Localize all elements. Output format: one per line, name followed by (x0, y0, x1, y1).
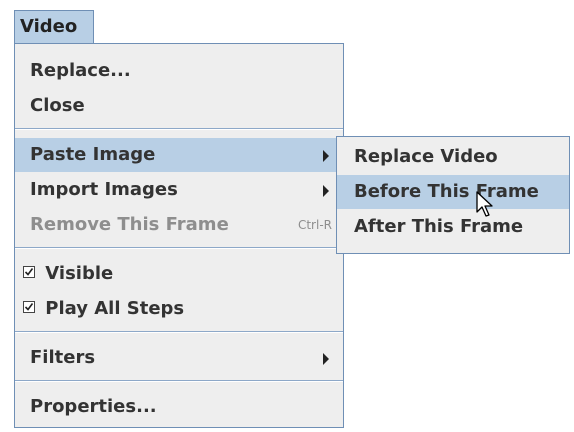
menu-item-label: Filters (30, 347, 96, 368)
submenu-item-after-frame[interactable]: After This Frame (337, 210, 569, 244)
menu-item-label: Before This Frame (354, 181, 539, 202)
submenu-item-replace-video[interactable]: Replace Video (337, 140, 569, 174)
menu-item-label: After This Frame (354, 216, 524, 237)
menu-item-remove-frame[interactable]: Remove This Frame Ctrl-R (15, 208, 343, 242)
submenu-item-before-frame[interactable]: Before This Frame (337, 175, 569, 209)
menu-separator (15, 247, 343, 249)
checkbox-checked-icon (23, 266, 35, 278)
menu-item-import-images[interactable]: Import Images (15, 173, 343, 207)
menu-item-play-all-steps[interactable]: Play All Steps (15, 292, 343, 326)
menu-item-paste-image[interactable]: Paste Image (15, 138, 343, 172)
checkbox-checked-icon (23, 301, 35, 313)
menu-item-filters[interactable]: Filters (15, 341, 343, 375)
menu-item-label: Replace Video (354, 146, 498, 167)
menu-item-label: Play All Steps (45, 298, 185, 319)
menu-item-label: Replace... (30, 60, 131, 81)
paste-image-submenu: Replace Video Before This Frame After Th… (336, 136, 570, 254)
submenu-arrow-icon (323, 353, 329, 365)
menu-item-label: Properties... (30, 396, 157, 417)
menu-item-label: Import Images (30, 179, 178, 200)
menu-video[interactable]: Video (14, 10, 94, 44)
menu-separator (15, 380, 343, 382)
menu-separator (15, 331, 343, 333)
shortcut-label: Ctrl-R (297, 218, 332, 232)
submenu-arrow-icon (323, 150, 329, 162)
menu-item-label: Remove This Frame (30, 214, 229, 235)
menu-item-label: Close (30, 95, 85, 116)
menu-item-properties[interactable]: Properties... (15, 390, 343, 424)
mouse-pointer-icon (476, 191, 494, 224)
menu-separator (15, 128, 343, 130)
menu-item-visible[interactable]: Visible (15, 257, 343, 291)
menu-video-label: Video (20, 16, 78, 37)
menu-item-label: Paste Image (30, 144, 156, 165)
video-dropdown-menu: Replace... Close Paste Image Import Imag… (14, 43, 344, 428)
menu-item-close[interactable]: Close (15, 89, 343, 123)
submenu-arrow-icon (323, 185, 329, 197)
menu-item-replace[interactable]: Replace... (15, 54, 343, 88)
menu-item-label: Visible (45, 263, 114, 284)
